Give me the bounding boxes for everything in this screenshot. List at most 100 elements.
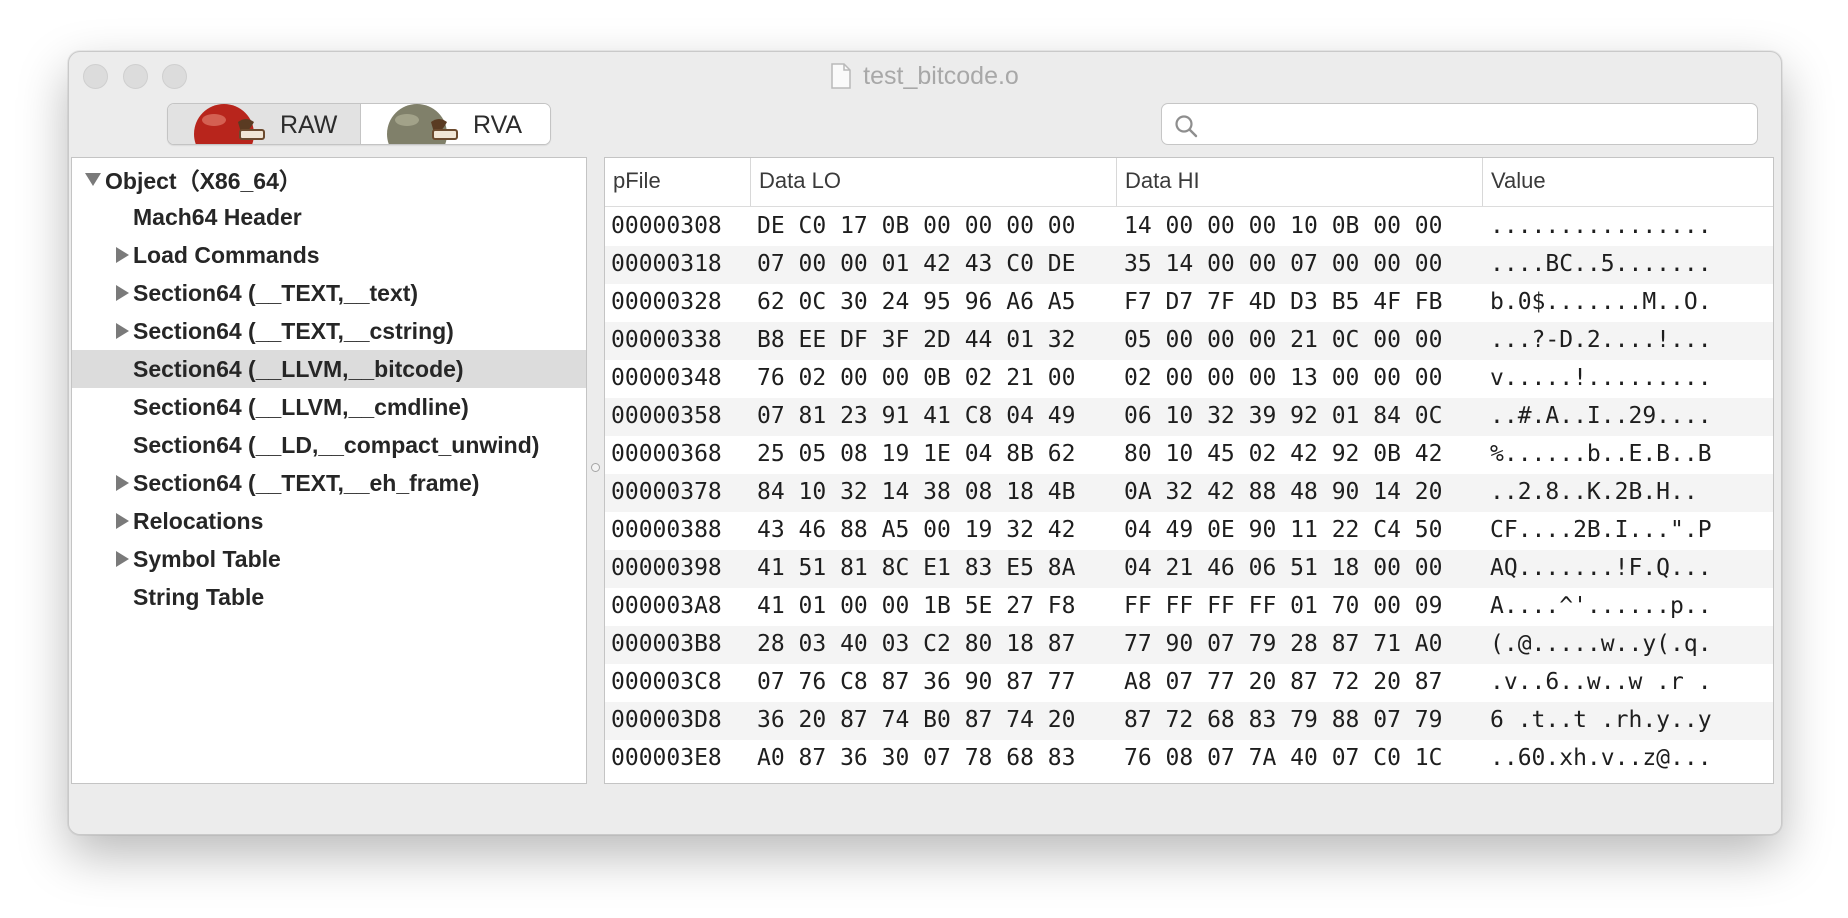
tree-item-section-cstring[interactable]: Section64 (__TEXT,__cstring) [72, 312, 586, 350]
data-lo-cell: 28 03 40 03 C2 80 18 87 [757, 631, 1076, 657]
tree-item-object[interactable]: Object（X86_64） [72, 160, 586, 198]
pfile-cell: 00000328 [611, 289, 722, 315]
title-bar: test_bitcode.o [69, 52, 1781, 102]
table-row[interactable]: 00000318 07 00 00 01 42 43 C0 DE 35 14 00 … [605, 246, 1773, 284]
value-cell: AQ.......!F.Q... [1490, 555, 1712, 581]
tree-item-mach64-header[interactable]: Mach64 Header [72, 198, 586, 236]
tree-item-section-text[interactable]: Section64 (__TEXT,__text) [72, 274, 586, 312]
pfile-cell: 00000398 [611, 555, 722, 581]
tree-item-string-table[interactable]: String Table [72, 578, 586, 616]
tree-item-label: Object（X86_64） [105, 168, 302, 194]
tree-item-section-compact-unwind[interactable]: Section64 (__LD,__compact_unwind) [72, 426, 586, 464]
table-row[interactable]: 000003B8 28 03 40 03 C2 80 18 87 77 90 07 … [605, 626, 1773, 664]
tree-item-label: Section64 (__LD,__compact_unwind) [133, 431, 540, 458]
value-cell: (.@.....w..y(.q. [1490, 631, 1712, 657]
value-cell: 6 .t..t .rh.y..y [1490, 707, 1712, 733]
tree-item-load-commands[interactable]: Load Commands [72, 236, 586, 274]
tree-item-label: Load Commands [133, 241, 320, 268]
data-hi-cell: 35 14 00 00 07 00 00 00 [1124, 251, 1443, 277]
table-row[interactable]: 00000358 07 81 23 91 41 C8 04 49 06 10 32 … [605, 398, 1773, 436]
data-hi-cell: 02 00 00 00 13 00 00 00 [1124, 365, 1443, 391]
split-view-divider[interactable] [588, 157, 604, 784]
data-hi-cell: FF FF FF FF 01 70 00 09 [1124, 593, 1443, 619]
table-row[interactable]: 00000308 DE C0 17 0B 00 00 00 00 14 00 00 … [605, 208, 1773, 246]
column-header-value[interactable]: Value [1482, 158, 1773, 206]
table-row[interactable]: 00000398 41 51 81 8C E1 83 E5 8A 04 21 46 … [605, 550, 1773, 588]
window-title: test_bitcode.o [69, 62, 1781, 91]
disclosure-expanded-icon[interactable] [85, 173, 101, 186]
tree-item-section-cmdline[interactable]: Section64 (__LLVM,__cmdline) [72, 388, 586, 426]
disclosure-collapsed-icon[interactable] [116, 323, 129, 339]
pfile-cell: 00000368 [611, 441, 722, 467]
value-cell: ..#.A..I..29.... [1490, 403, 1712, 429]
table-row[interactable]: 000003D8 36 20 87 74 B0 87 74 20 87 72 68 … [605, 702, 1773, 740]
divider-handle[interactable] [591, 463, 600, 472]
data-lo-cell: 07 76 C8 87 36 90 87 77 [757, 669, 1076, 695]
disclosure-collapsed-icon[interactable] [116, 475, 129, 491]
table-row[interactable]: 000003C8 07 76 C8 87 36 90 87 77 A8 07 77 … [605, 664, 1773, 702]
tree-item-section-eh-frame[interactable]: Section64 (__TEXT,__eh_frame) [72, 464, 586, 502]
value-cell: CF....2B.I...".P [1490, 517, 1712, 543]
table-row[interactable]: 00000368 25 05 08 19 1E 04 8B 62 80 10 45 … [605, 436, 1773, 474]
data-lo-cell: 62 0C 30 24 95 96 A6 A5 [757, 289, 1076, 315]
table-row[interactable]: 00000348 76 02 00 00 0B 02 21 00 02 00 00 … [605, 360, 1773, 398]
table-row[interactable]: 000003E8 A0 87 36 30 07 78 68 83 76 08 07 … [605, 740, 1773, 778]
table-row[interactable]: 000003A8 41 01 00 00 1B 5E 27 F8 FF FF FF … [605, 588, 1773, 626]
search-field[interactable] [1161, 103, 1758, 145]
disclosure-collapsed-icon[interactable] [116, 247, 129, 263]
main-window: test_bitcode.o RAW RVA Object（X86_64） Ma… [68, 51, 1782, 835]
value-cell: A....^'......p.. [1490, 593, 1712, 619]
disclosure-collapsed-icon[interactable] [116, 551, 129, 567]
structure-tree[interactable]: Object（X86_64） Mach64 Header Load Comman… [71, 157, 587, 784]
disclosure-collapsed-icon[interactable] [116, 513, 129, 529]
tree-item-label: Section64 (__TEXT,__eh_frame) [133, 469, 480, 496]
value-cell: ..2.8..K.2B.H.. [1490, 479, 1712, 505]
tree-item-label: Section64 (__LLVM,__bitcode) [133, 355, 464, 382]
value-cell: ................ [1490, 213, 1712, 239]
document-icon [831, 63, 851, 89]
hex-data-table[interactable]: pFile Data LO Data HI Value 00000308 DE C… [604, 157, 1774, 784]
status-bar [69, 784, 1781, 834]
raw-mode-button[interactable]: RAW [168, 104, 361, 144]
data-hi-cell: 05 00 00 00 21 0C 00 00 [1124, 327, 1443, 353]
disclosure-collapsed-icon[interactable] [116, 285, 129, 301]
data-lo-cell: A0 87 36 30 07 78 68 83 [757, 745, 1076, 771]
data-lo-cell: B8 EE DF 3F 2D 44 01 32 [757, 327, 1076, 353]
data-hi-cell: 80 10 45 02 42 92 0B 42 [1124, 441, 1443, 467]
tree-item-relocations[interactable]: Relocations [72, 502, 586, 540]
tree-item-label: Section64 (__TEXT,__cstring) [133, 317, 454, 344]
value-cell: ..60.xh.v..z@... [1490, 745, 1712, 771]
pfile-cell: 000003E8 [611, 745, 722, 771]
tree-item-label: Mach64 Header [133, 203, 302, 230]
value-cell: %......b..E.B..B [1490, 441, 1712, 467]
data-lo-cell: 07 81 23 91 41 C8 04 49 [757, 403, 1076, 429]
data-hi-cell: 06 10 32 39 92 01 84 0C [1124, 403, 1443, 429]
tree-item-label: String Table [133, 583, 265, 610]
tree-item-section-bitcode[interactable]: Section64 (__LLVM,__bitcode) [72, 350, 586, 388]
tree-item-symbol-table[interactable]: Symbol Table [72, 540, 586, 578]
data-lo-cell: DE C0 17 0B 00 00 00 00 [757, 213, 1076, 239]
column-header-data-hi[interactable]: Data HI [1116, 158, 1482, 206]
table-row[interactable]: 00000388 43 46 88 A5 00 19 32 42 04 49 0E … [605, 512, 1773, 550]
column-header-data-lo[interactable]: Data LO [750, 158, 1116, 206]
data-hi-cell: 04 49 0E 90 11 22 C4 50 [1124, 517, 1443, 543]
search-input[interactable] [1206, 108, 1750, 142]
pfile-cell: 00000348 [611, 365, 722, 391]
pfile-cell: 00000318 [611, 251, 722, 277]
column-header-pfile[interactable]: pFile [605, 158, 750, 206]
data-hi-cell: 76 08 07 7A 40 07 C0 1C [1124, 745, 1443, 771]
raw-apple-icon [194, 104, 265, 144]
data-lo-cell: 36 20 87 74 B0 87 74 20 [757, 707, 1076, 733]
data-lo-cell: 84 10 32 14 38 08 18 4B [757, 479, 1076, 505]
table-row[interactable]: 00000378 84 10 32 14 38 08 18 4B 0A 32 42 … [605, 474, 1773, 512]
rva-mode-button[interactable]: RVA [361, 104, 550, 144]
tree-item-label: Section64 (__TEXT,__text) [133, 279, 419, 306]
data-lo-cell: 41 01 00 00 1B 5E 27 F8 [757, 593, 1076, 619]
table-row[interactable]: 00000328 62 0C 30 24 95 96 A6 A5 F7 D7 7F … [605, 284, 1773, 322]
data-hi-cell: A8 07 77 20 87 72 20 87 [1124, 669, 1443, 695]
table-row[interactable]: 00000338 B8 EE DF 3F 2D 44 01 32 05 00 00 … [605, 322, 1773, 360]
value-cell: v.....!......... [1490, 365, 1712, 391]
pfile-cell: 000003B8 [611, 631, 722, 657]
data-lo-cell: 41 51 81 8C E1 83 E5 8A [757, 555, 1076, 581]
window-title-text: test_bitcode.o [863, 62, 1019, 90]
